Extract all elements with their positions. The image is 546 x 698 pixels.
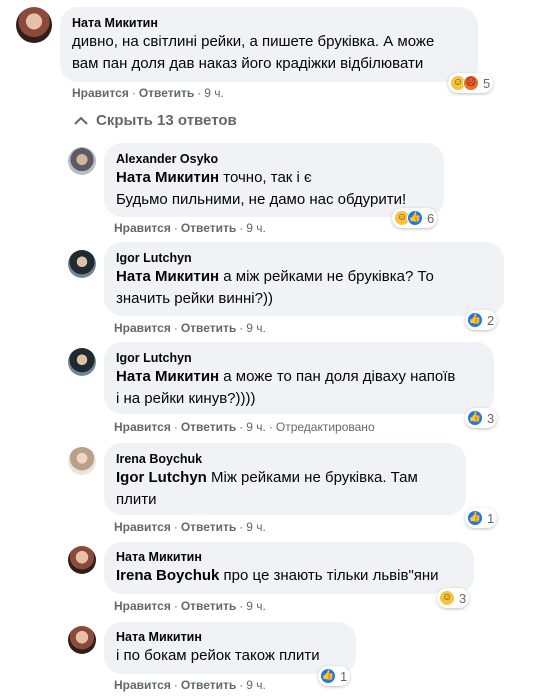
reaction-summary[interactable]: ☺ ☹ 5 xyxy=(448,73,494,93)
like-link[interactable]: Нравится xyxy=(114,221,171,235)
comment-actions: Нравится · Ответить · 9 ч. xyxy=(72,86,224,100)
reaction-count: 3 xyxy=(459,590,467,606)
reply-author[interactable]: Igor Lutchyn xyxy=(116,350,482,366)
like-icon: 👍 xyxy=(407,210,423,226)
timestamp[interactable]: 9 ч. xyxy=(246,420,266,434)
hide-replies-toggle[interactable]: Скрыть 13 ответов xyxy=(74,112,237,129)
reply-actions: Нравится · Ответить · 9 ч. xyxy=(114,321,266,335)
reply-text: Ната Микитин а між рейками не бруківка? … xyxy=(116,268,434,307)
mention[interactable]: Ната Микитин xyxy=(116,368,219,385)
reply-bubble: Ната Микитин Irena Boychuk про це знають… xyxy=(104,542,474,594)
comment-author[interactable]: Ната Микитин xyxy=(72,15,466,31)
reply-link[interactable]: Ответить xyxy=(139,86,194,100)
like-icon: 👍 xyxy=(320,668,336,684)
haha-icon: ☺ xyxy=(439,590,455,606)
reply-actions: Нравится · Ответить · 9 ч. xyxy=(114,221,266,235)
reply-bubble: Alexander Osyko Ната Микитин точно, так … xyxy=(104,143,444,217)
reply-bubble: Igor Lutchyn Ната Микитин а може то пан … xyxy=(104,342,494,414)
reply-actions: Нравится · Ответить · 9 ч. xyxy=(114,599,266,613)
reply-link[interactable]: Ответить xyxy=(181,321,236,335)
reaction-count: 1 xyxy=(487,510,495,526)
timestamp[interactable]: 9 ч. xyxy=(246,678,266,692)
like-icon: 👍 xyxy=(467,410,483,426)
reaction-summary[interactable]: 👍 1 xyxy=(465,508,498,528)
reply-actions: Нравится · Ответить · 9 ч. xyxy=(114,520,266,534)
like-link[interactable]: Нравится xyxy=(72,86,129,100)
timestamp[interactable]: 9 ч. xyxy=(246,520,266,534)
reply-text: Ната Микитин точно, так і є Будьмо пильн… xyxy=(116,169,407,208)
mention[interactable]: Igor Lutchyn xyxy=(116,469,207,486)
mention[interactable]: Ната Микитин xyxy=(116,268,219,285)
reply-author[interactable]: Alexander Osyko xyxy=(116,151,432,167)
reply-link[interactable]: Ответить xyxy=(181,221,236,235)
like-link[interactable]: Нравится xyxy=(114,599,171,613)
reply-bubble: Igor Lutchyn Ната Микитин а між рейками … xyxy=(104,242,504,316)
comment-text: дивно, на світлині рейки, а пишете брукі… xyxy=(72,33,435,72)
like-link[interactable]: Нравится xyxy=(114,520,171,534)
reply-text: Ната Микитин а може то пан доля діваху н… xyxy=(116,368,456,407)
reaction-count: 1 xyxy=(340,668,348,684)
reaction-count: 3 xyxy=(487,410,495,426)
reply-author[interactable]: Irena Boychuk xyxy=(116,451,454,467)
reply-link[interactable]: Ответить xyxy=(181,520,236,534)
reply-author[interactable]: Ната Микитин xyxy=(116,629,344,645)
avatar[interactable] xyxy=(68,348,96,376)
reply-text: і по бокам рейок також плити xyxy=(116,647,320,664)
like-link[interactable]: Нравится xyxy=(114,321,171,335)
reply-actions: Нравится · Ответить · 9 ч. · Отредактировано xyxy=(114,420,375,434)
reply-author[interactable]: Igor Lutchyn xyxy=(116,250,492,266)
reaction-summary[interactable]: ☺ 👍 6 xyxy=(392,208,438,228)
avatar[interactable] xyxy=(68,250,96,278)
reply-link[interactable]: Ответить xyxy=(181,678,236,692)
mention[interactable]: Irena Boychuk xyxy=(116,567,219,584)
reaction-count: 6 xyxy=(427,210,435,226)
timestamp[interactable]: 9 ч. xyxy=(246,221,266,235)
avatar[interactable] xyxy=(16,7,52,43)
reply-text: Igor Lutchyn Між рейками не бруківка. Та… xyxy=(116,469,418,508)
reaction-summary[interactable]: 👍 3 xyxy=(465,408,498,428)
avatar[interactable] xyxy=(68,546,96,574)
mention[interactable]: Ната Микитин xyxy=(116,169,219,186)
avatar[interactable] xyxy=(68,447,96,475)
like-link[interactable]: Нравится xyxy=(114,420,171,434)
reply-bubble: Ната Микитин і по бокам рейок також плит… xyxy=(104,622,356,674)
like-icon: 👍 xyxy=(467,510,483,526)
timestamp[interactable]: 9 ч. xyxy=(246,599,266,613)
reaction-count: 5 xyxy=(483,75,491,91)
reply-link[interactable]: Ответить xyxy=(181,599,236,613)
reply-link[interactable]: Ответить xyxy=(181,420,236,434)
avatar[interactable] xyxy=(68,147,96,175)
reply-author[interactable]: Ната Микитин xyxy=(116,549,462,565)
timestamp[interactable]: 9 ч. xyxy=(246,321,266,335)
reaction-summary[interactable]: 👍 2 xyxy=(465,310,498,330)
angry-icon: ☹ xyxy=(463,75,479,91)
like-link[interactable]: Нравится xyxy=(114,678,171,692)
reply-actions: Нравится · Ответить · 9 ч. xyxy=(114,678,266,692)
comment-bubble: Ната Микитин дивно, на світлині рейки, а… xyxy=(60,7,478,82)
toggle-label: Скрыть 13 ответов xyxy=(96,112,237,129)
reply-bubble: Irena Boychuk Igor Lutchyn Між рейками н… xyxy=(104,443,466,515)
reaction-summary[interactable]: 👍 1 xyxy=(318,666,351,686)
avatar[interactable] xyxy=(68,626,96,654)
reply-text: Irena Boychuk про це знають тільки львів… xyxy=(116,567,439,584)
chevron-up-icon xyxy=(74,116,88,125)
edited-label[interactable]: Отредактировано xyxy=(276,420,375,434)
like-icon: 👍 xyxy=(467,312,483,328)
timestamp[interactable]: 9 ч. xyxy=(204,86,224,100)
reaction-count: 2 xyxy=(487,312,495,328)
reaction-summary[interactable]: ☺ 3 xyxy=(437,588,470,608)
